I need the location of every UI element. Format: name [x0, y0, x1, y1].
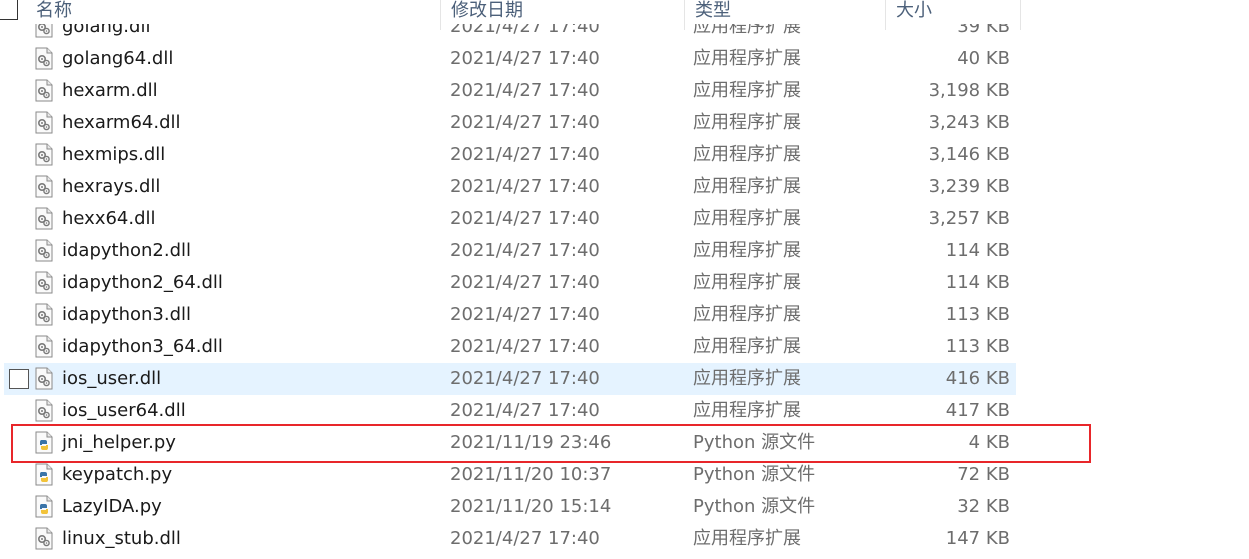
file-name[interactable]: idapython3.dll: [62, 299, 191, 331]
file-date: 2021/4/27 17:40: [450, 304, 600, 325]
file-name[interactable]: idapython2.dll: [62, 235, 191, 267]
file-date: 2021/4/27 17:40: [450, 368, 600, 389]
file-name[interactable]: hexarm64.dll: [62, 107, 181, 139]
file-type: Python 源文件: [693, 464, 816, 485]
file-row[interactable]: idapython3.dll 2021/4/27 17:40 应用程序扩展 113 K…: [0, 299, 1249, 331]
file-size: 72 KB: [957, 464, 1010, 485]
file-date: 2021/4/27 17:40: [450, 112, 600, 133]
file-size: 113 KB: [945, 336, 1010, 357]
file-date: 2021/11/20 15:14: [450, 496, 612, 517]
file-date: 2021/11/20 10:37: [450, 464, 612, 485]
file-row[interactable]: ios_user64.dll 2021/4/27 17:40 应用程序扩展 417 K…: [0, 395, 1249, 427]
file-size: 147 KB: [945, 528, 1010, 549]
file-name[interactable]: LazyIDA.py: [62, 491, 162, 523]
file-row[interactable]: golang64.dll 2021/4/27 17:40 应用程序扩展 40 KB: [0, 43, 1249, 75]
row-checkbox[interactable]: [9, 369, 29, 389]
column-divider[interactable]: [1020, 0, 1021, 30]
file-size: 3,198 KB: [928, 80, 1010, 101]
python-file-icon: [35, 495, 53, 518]
file-size: 113 KB: [945, 304, 1010, 325]
file-date: 2021/4/27 17:40: [450, 176, 600, 197]
file-date: 2021/4/27 17:40: [450, 240, 600, 261]
file-size: 114 KB: [945, 272, 1010, 293]
file-size: 3,239 KB: [928, 176, 1010, 197]
file-row[interactable]: hexx64.dll 2021/4/27 17:40 应用程序扩展 3,257 KB: [0, 203, 1249, 235]
file-size: 417 KB: [945, 400, 1010, 421]
file-date: 2021/4/27 17:40: [450, 80, 600, 101]
dll-file-icon: [35, 239, 53, 262]
column-header-date[interactable]: 修改日期: [441, 0, 684, 24]
file-name[interactable]: hexarm.dll: [62, 75, 158, 107]
highlight-annotation-box: [11, 424, 1091, 463]
file-row[interactable]: LazyIDA.py 2021/11/20 15:14 Python 源文件 32 K…: [0, 491, 1249, 523]
file-row[interactable]: idapython2_64.dll 2021/4/27 17:40 应用程序扩展 11…: [0, 267, 1249, 299]
file-size: 114 KB: [945, 240, 1010, 261]
file-name[interactable]: hexmips.dll: [62, 139, 165, 171]
dll-file-icon: [35, 399, 53, 422]
file-size: 3,257 KB: [928, 208, 1010, 229]
dll-file-icon: [35, 143, 53, 166]
file-type: 应用程序扩展: [693, 368, 801, 389]
dll-file-icon: [35, 79, 53, 102]
file-size: 3,146 KB: [928, 144, 1010, 165]
select-all-checkbox[interactable]: [0, 0, 18, 20]
file-type: 应用程序扩展: [693, 48, 801, 69]
file-type: 应用程序扩展: [693, 240, 801, 261]
file-row[interactable]: ios_user.dll 2021/4/27 17:40 应用程序扩展 416 KB: [0, 363, 1249, 395]
file-size: 416 KB: [945, 368, 1010, 389]
dll-file-icon: [35, 271, 53, 294]
file-name[interactable]: hexrays.dll: [62, 171, 160, 203]
dll-file-icon: [35, 207, 53, 230]
file-row[interactable]: hexarm.dll 2021/4/27 17:40 应用程序扩展 3,198 KB: [0, 75, 1249, 107]
file-row[interactable]: hexarm64.dll 2021/4/27 17:40 应用程序扩展 3,243 K…: [0, 107, 1249, 139]
column-header-name[interactable]: 名称: [26, 0, 440, 24]
file-type: 应用程序扩展: [693, 272, 801, 293]
dll-file-icon: [35, 335, 53, 358]
file-type: 应用程序扩展: [693, 336, 801, 357]
dll-file-icon: [35, 367, 53, 390]
file-row[interactable]: idapython3_64.dll 2021/4/27 17:40 应用程序扩展 11…: [0, 331, 1249, 363]
file-date: 2021/4/27 17:40: [450, 208, 600, 229]
file-type: 应用程序扩展: [693, 208, 801, 229]
file-name[interactable]: ios_user.dll: [62, 363, 161, 395]
file-type: Python 源文件: [693, 496, 816, 517]
file-name[interactable]: golang64.dll: [62, 43, 173, 75]
file-type: 应用程序扩展: [693, 400, 801, 421]
file-name[interactable]: keypatch.py: [62, 459, 172, 491]
file-type: 应用程序扩展: [693, 528, 801, 549]
python-file-icon: [35, 463, 53, 486]
file-row[interactable]: linux_stub.dll 2021/4/27 17:40 应用程序扩展 147 K…: [0, 523, 1249, 555]
file-name[interactable]: ios_user64.dll: [62, 395, 186, 427]
file-name[interactable]: hexx64.dll: [62, 203, 156, 235]
file-row[interactable]: hexmips.dll 2021/4/27 17:40 应用程序扩展 3,146 KB: [0, 139, 1249, 171]
dll-file-icon: [35, 111, 53, 134]
file-size: 40 KB: [957, 48, 1010, 69]
column-header-bar: 名称 修改日期 类型 大小: [0, 0, 1249, 30]
dll-file-icon: [35, 47, 53, 70]
file-date: 2021/4/27 17:40: [450, 528, 600, 549]
file-row[interactable]: idapython2.dll 2021/4/27 17:40 应用程序扩展 114 K…: [0, 235, 1249, 267]
file-date: 2021/4/27 17:40: [450, 272, 600, 293]
dll-file-icon: [35, 303, 53, 326]
file-type: 应用程序扩展: [693, 144, 801, 165]
file-row[interactable]: keypatch.py 2021/11/20 10:37 Python 源文件 72 …: [0, 459, 1249, 491]
file-type: 应用程序扩展: [693, 80, 801, 101]
file-date: 2021/4/27 17:40: [450, 48, 600, 69]
file-type: 应用程序扩展: [693, 304, 801, 325]
file-size: 32 KB: [957, 496, 1010, 517]
dll-file-icon: [35, 175, 53, 198]
file-date: 2021/4/27 17:40: [450, 336, 600, 357]
file-date: 2021/4/27 17:40: [450, 400, 600, 421]
column-header-size[interactable]: 大小: [886, 0, 1020, 24]
file-row[interactable]: hexrays.dll 2021/4/27 17:40 应用程序扩展 3,239 KB: [0, 171, 1249, 203]
file-name[interactable]: idapython2_64.dll: [62, 267, 223, 299]
file-type: 应用程序扩展: [693, 176, 801, 197]
file-type: 应用程序扩展: [693, 112, 801, 133]
file-name[interactable]: idapython3_64.dll: [62, 331, 223, 363]
column-header-type[interactable]: 类型: [685, 0, 885, 24]
file-size: 3,243 KB: [928, 112, 1010, 133]
file-date: 2021/4/27 17:40: [450, 144, 600, 165]
file-name[interactable]: linux_stub.dll: [62, 523, 181, 555]
dll-file-icon: [35, 527, 53, 550]
